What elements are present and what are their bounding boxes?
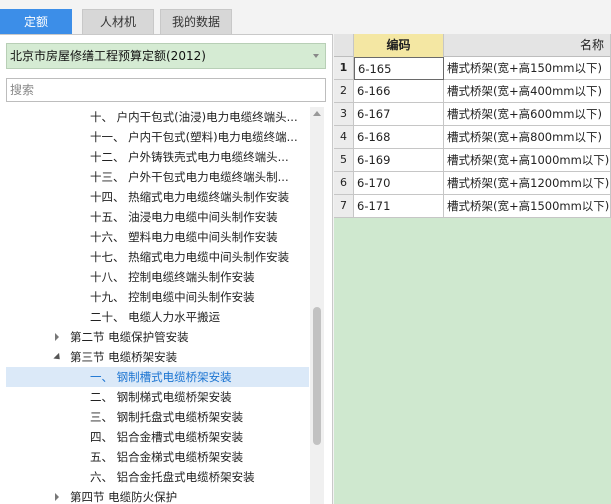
table-row[interactable]: 6 6-170 槽式桥架(宽+高1200mm以下) [334,172,611,195]
tree-item[interactable]: 第三节 电缆桥架安装 [6,347,309,367]
table-row[interactable]: 2 6-166 槽式桥架(宽+高400mm以下) [334,80,611,103]
cell-name[interactable]: 槽式桥架(宽+高1500mm以下) [444,195,611,218]
tree-item-label: 十二、 户外铸铁壳式电力电缆终端头... [90,150,289,164]
cell-code[interactable]: 6-171 [354,195,444,218]
tree-item[interactable]: 第二节 电缆保护管安装 [6,327,309,347]
quota-library-select[interactable]: 北京市房屋修缮工程预算定额(2012) [6,43,326,69]
row-number[interactable]: 7 [334,195,354,218]
cell-name[interactable]: 槽式桥架(宽+高600mm以下) [444,103,611,126]
tab-quota[interactable]: 定额 [0,9,72,34]
left-panel: 北京市房屋修缮工程预算定额(2012) 十、 户内干包式(油浸)电力电缆终端头.… [0,34,333,504]
tree-item-label: 十三、 户外干包式电力电缆终端头制... [90,170,289,184]
tree-item[interactable]: 十七、 热缩式电力电缆中间头制作安装 [6,247,309,267]
tree-item[interactable]: 十一、 户内干包式(塑料)电力电缆终端... [6,127,309,147]
cell-code[interactable]: 6-167 [354,103,444,126]
row-number[interactable]: 5 [334,149,354,172]
tree-item-label: 十四、 热缩式电力电缆终端头制作安装 [90,190,290,204]
table-row[interactable]: 1 6-165 槽式桥架(宽+高150mm以下) [334,57,611,80]
column-header-name[interactable]: 名称 [444,34,611,57]
tree-item-label: 十九、 控制电缆中间头制作安装 [90,290,255,304]
row-number[interactable]: 4 [334,126,354,149]
chevron-down-icon[interactable] [313,54,319,58]
tree-item[interactable]: 十三、 户外干包式电力电缆终端头制... [6,167,309,187]
tree-item-label: 五、 铝合金梯式电缆桥架安装 [90,450,244,464]
tree-item[interactable]: 十九、 控制电缆中间头制作安装 [6,287,309,307]
table-row[interactable]: 3 6-167 槽式桥架(宽+高600mm以下) [334,103,611,126]
tab-labor-material-machine[interactable]: 人材机 [82,9,154,34]
tree-item[interactable]: 十二、 户外铸铁壳式电力电缆终端头... [6,147,309,167]
tab-my-data[interactable]: 我的数据 [160,9,232,34]
tree-item-label: 三、 钢制托盘式电缆桥架安装 [90,410,244,424]
cell-code[interactable]: 6-166 [354,80,444,103]
tree-item-label: 第四节 电缆防火保护 [70,490,178,504]
cell-name[interactable]: 槽式桥架(宽+高1200mm以下) [444,172,611,195]
tree-item[interactable]: 十、 户内干包式(油浸)电力电缆终端头... [6,107,309,127]
tree-item-label: 一、 钢制槽式电缆桥架安装 [90,370,232,384]
tree-item-label: 十六、 塑料电力电缆中间头制作安装 [90,230,278,244]
row-number[interactable]: 3 [334,103,354,126]
grid-corner[interactable] [334,34,354,57]
quota-tree: 十、 户内干包式(油浸)电力电缆终端头... 十一、 户内干包式(塑料)电力电缆终… [6,107,309,504]
tree-item[interactable]: 六、 铝合金托盘式电缆桥架安装 [6,467,309,487]
tree-item[interactable]: 十五、 油浸电力电缆中间头制作安装 [6,207,309,227]
tab-bar: 定额 人材机 我的数据 [0,0,611,34]
cell-name[interactable]: 槽式桥架(宽+高150mm以下) [444,57,611,80]
tree-item[interactable]: 第四节 电缆防火保护 [6,487,309,504]
cell-code[interactable]: 6-170 [354,172,444,195]
tree-item-label: 十五、 油浸电力电缆中间头制作安装 [90,210,278,224]
cell-name[interactable]: 槽式桥架(宽+高800mm以下) [444,126,611,149]
row-number[interactable]: 2 [334,80,354,103]
collapsed-arrow-icon[interactable] [55,493,59,501]
row-number[interactable]: 1 [334,57,354,80]
tree-item-label: 十、 户内干包式(油浸)电力电缆终端头... [90,110,298,124]
tree-item-label: 十一、 户内干包式(塑料)电力电缆终端... [90,130,298,144]
tree-item-label: 十七、 热缩式电力电缆中间头制作安装 [90,250,290,264]
quota-library-value: 北京市房屋修缮工程预算定额(2012) [10,49,206,63]
tree-item-label: 二十、 电缆人力水平搬运 [90,310,221,324]
row-number[interactable]: 6 [334,172,354,195]
quota-grid: 编码 名称 1 6-165 槽式桥架(宽+高150mm以下) 2 6-166 槽式桥架(宽… [334,34,611,504]
tree-item[interactable]: 四、 铝合金槽式电缆桥架安装 [6,427,309,447]
tree-item-label: 第三节 电缆桥架安装 [70,350,178,364]
tree-item-label: 六、 铝合金托盘式电缆桥架安装 [90,470,255,484]
tree-item[interactable]: 十六、 塑料电力电缆中间头制作安装 [6,227,309,247]
table-row[interactable]: 4 6-168 槽式桥架(宽+高800mm以下) [334,126,611,149]
tree-item-label: 四、 铝合金槽式电缆桥架安装 [90,430,244,444]
cell-code[interactable]: 6-169 [354,149,444,172]
grid-header: 编码 名称 [334,34,611,57]
scroll-up-icon[interactable] [313,111,321,116]
tree-item[interactable]: 二、 钢制梯式电缆桥架安装 [6,387,309,407]
table-row[interactable]: 7 6-171 槽式桥架(宽+高1500mm以下) [334,195,611,218]
expanded-arrow-icon[interactable] [53,352,63,363]
tree-item[interactable]: 一、 钢制槽式电缆桥架安装 [6,367,309,387]
tree-item[interactable]: 二十、 电缆人力水平搬运 [6,307,309,327]
cell-name[interactable]: 槽式桥架(宽+高400mm以下) [444,80,611,103]
tree-item[interactable]: 十八、 控制电缆终端头制作安装 [6,267,309,287]
tree-item-label: 十八、 控制电缆终端头制作安装 [90,270,255,284]
tree-item-label: 二、 钢制梯式电缆桥架安装 [90,390,232,404]
cell-name[interactable]: 槽式桥架(宽+高1000mm以下) [444,149,611,172]
tree-scrollbar[interactable] [310,107,324,504]
tree-item[interactable]: 五、 铝合金梯式电缆桥架安装 [6,447,309,467]
cell-code[interactable]: 6-165 [354,57,444,80]
table-row[interactable]: 5 6-169 槽式桥架(宽+高1000mm以下) [334,149,611,172]
tree-item[interactable]: 十四、 热缩式电力电缆终端头制作安装 [6,187,309,207]
collapsed-arrow-icon[interactable] [55,333,59,341]
tree-item[interactable]: 三、 钢制托盘式电缆桥架安装 [6,407,309,427]
search-input[interactable] [6,78,326,102]
column-header-code[interactable]: 编码 [354,34,444,57]
grid-body: 1 6-165 槽式桥架(宽+高150mm以下) 2 6-166 槽式桥架(宽+高400m… [334,57,611,218]
scrollbar-thumb[interactable] [313,307,321,445]
cell-code[interactable]: 6-168 [354,126,444,149]
tree-item-label: 第二节 电缆保护管安装 [70,330,189,344]
